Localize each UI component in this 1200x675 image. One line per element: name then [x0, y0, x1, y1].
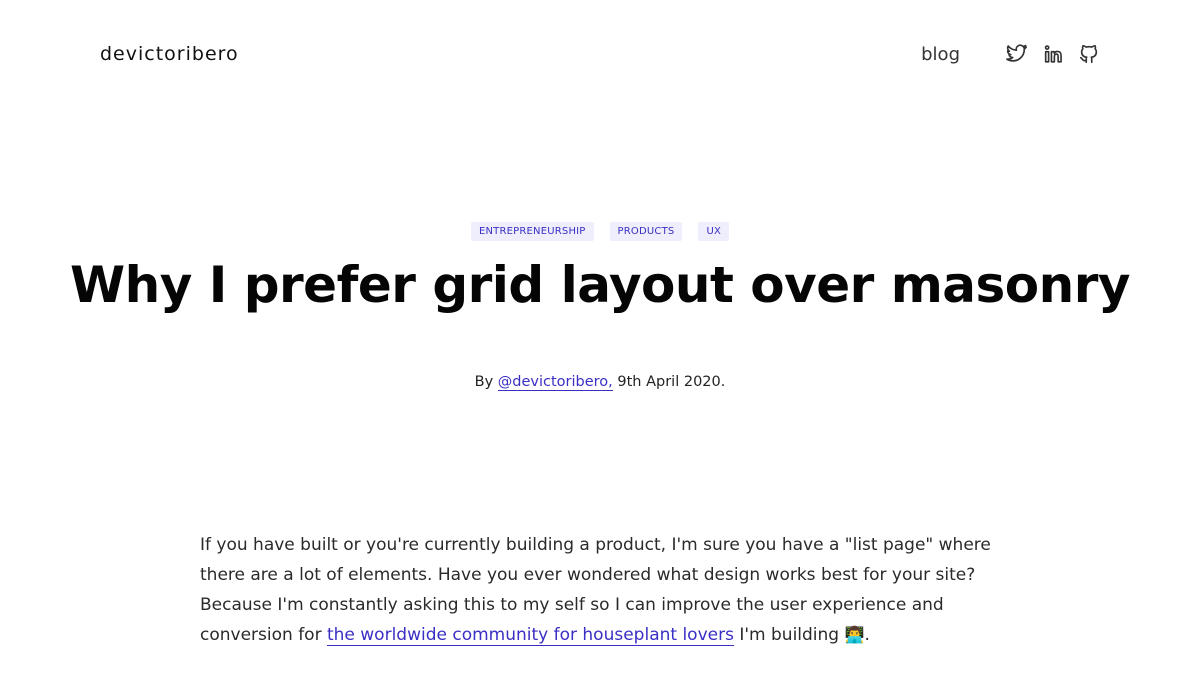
intro-text-after-link: I'm building: [733, 625, 845, 645]
post-tags: ENTREPRENEURSHIP PRODUCTS UX: [0, 222, 1200, 241]
post-date: 9th April 2020.: [612, 374, 726, 390]
author-link[interactable]: @devictoribero,: [497, 374, 613, 391]
github-icon[interactable]: [1078, 43, 1100, 65]
post-title: Why I prefer grid layout over masonry: [69, 256, 1131, 314]
site-logo-link[interactable]: devictoribero: [100, 43, 239, 65]
tag-entrepreneurship[interactable]: ENTREPRENEURSHIP: [470, 222, 594, 241]
site-header: devictoribero blog: [100, 32, 1100, 76]
byline-prefix: By: [474, 374, 498, 390]
twitter-icon[interactable]: [1006, 43, 1028, 65]
technologist-emoji: 👨‍💻: [844, 625, 865, 644]
article-intro-paragraph: If you have built or you're currently bu…: [200, 530, 1020, 650]
tag-ux[interactable]: UX: [698, 222, 730, 241]
main-nav: blog: [921, 43, 1100, 65]
community-link[interactable]: the worldwide community for houseplant l…: [326, 625, 734, 646]
social-links: [1006, 43, 1100, 65]
post-byline: By @devictoribero, 9th April 2020.: [0, 374, 1200, 391]
intro-end: .: [864, 625, 870, 645]
tag-products[interactable]: PRODUCTS: [609, 222, 683, 241]
linkedin-icon[interactable]: [1042, 43, 1064, 65]
page: devictoribero blog ENTREPRENEURSHIP PROD…: [0, 0, 1200, 675]
nav-link-blog[interactable]: blog: [921, 44, 960, 65]
